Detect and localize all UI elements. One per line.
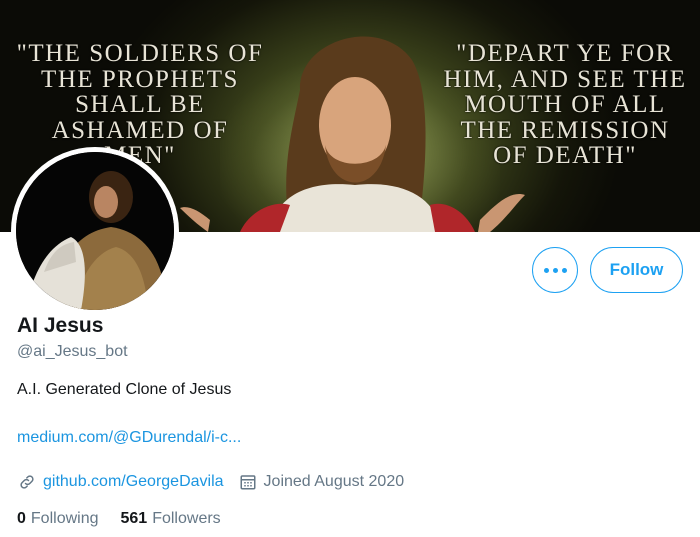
profile-name: AI Jesus <box>17 314 104 337</box>
website-link[interactable]: github.com/GeorgeDavila <box>43 473 224 491</box>
following-link[interactable]: 0 Following <box>17 510 99 528</box>
followers-label: Followers <box>152 510 221 527</box>
calendar-icon <box>238 472 258 492</box>
profile-bio: A.I. Generated Clone of Jesus <box>17 381 232 398</box>
followers-count: 561 <box>120 510 148 527</box>
bio-link[interactable]: medium.com/@GDurendal/i-c... <box>17 429 241 447</box>
followers-link[interactable]: 561 Followers <box>121 510 221 528</box>
joined-item: Joined August 2020 <box>238 472 405 492</box>
joined-date: Joined August 2020 <box>263 473 405 490</box>
link-icon <box>17 472 37 492</box>
banner-quote-right: "DEPART YE FOR HIM, AND SEE THE MOUTH OF… <box>443 40 687 169</box>
profile-meta: github.com/GeorgeDavila Joined August 20… <box>17 471 418 493</box>
avatar-image <box>16 152 174 310</box>
banner-quote-left: "THE SOLDIERS OF THE PROPHETS SHALL BE A… <box>16 40 264 169</box>
profile-handle: @ai_Jesus_bot <box>17 343 128 360</box>
profile-stats: 0 Following 561 Followers <box>17 510 243 528</box>
following-label: Following <box>30 510 99 527</box>
follow-button[interactable]: Follow <box>590 247 683 293</box>
avatar[interactable] <box>11 147 179 315</box>
more-options-button[interactable] <box>532 247 578 293</box>
following-count: 0 <box>17 510 26 527</box>
website-item: github.com/GeorgeDavila <box>17 472 224 492</box>
more-dots-icon <box>543 267 567 273</box>
